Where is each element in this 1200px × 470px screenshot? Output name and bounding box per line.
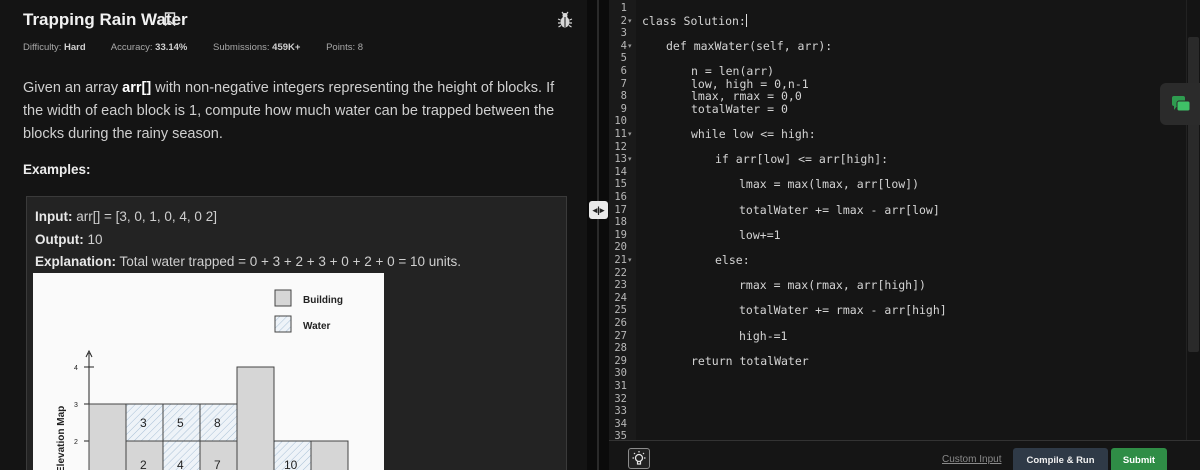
y-tick-label: 2: [74, 439, 78, 446]
elevation-map-image: Building Water Elevation Map 4 3 2 3 5 8…: [33, 273, 384, 470]
code-line[interactable]: while low <= high:: [691, 127, 816, 141]
custom-input-link[interactable]: Custom Input: [942, 454, 1001, 465]
editor-bottom-bar: Custom Input Compile & Run Submit: [609, 440, 1200, 470]
building-block: [236, 366, 275, 470]
line-number: 27: [614, 329, 627, 342]
line-number: 15: [614, 178, 627, 191]
line-number: 10: [614, 115, 627, 128]
problem-panel: Trapping Rain Water Difficulty: Hard Acc…: [0, 0, 587, 470]
text-cursor: [745, 13, 747, 27]
fold-arrow-icon[interactable]: ▾: [628, 155, 632, 163]
line-number: 9: [620, 102, 627, 115]
fold-arrow-icon[interactable]: ▾: [628, 17, 632, 25]
line-number: 3: [620, 27, 627, 40]
legend-water-label: Water: [303, 321, 331, 332]
line-number: 13: [614, 153, 627, 166]
line-number: 5: [620, 52, 627, 65]
meta-points: Points: 8: [326, 42, 364, 53]
panel-divider[interactable]: ◂|▸: [587, 0, 609, 470]
code-line[interactable]: totalWater += rmax - arr[high]: [739, 303, 947, 317]
code-line[interactable]: lmax = max(lmax, arr[low]): [739, 177, 919, 191]
example-explanation: Explanation: Total water trapped = 0 + 3…: [35, 254, 462, 269]
water-index-label: 3: [140, 416, 147, 430]
water-index-label: 8: [214, 416, 221, 430]
water-index-label: 2: [140, 458, 147, 470]
code-line[interactable]: return totalWater: [691, 354, 809, 368]
editor-scrollbar[interactable]: [1186, 0, 1200, 440]
line-number: 23: [614, 279, 627, 292]
line-number: 32: [614, 392, 627, 405]
y-tick-label: 3: [74, 402, 78, 409]
y-tick-label: 4: [74, 365, 78, 372]
code-line[interactable]: totalWater += lmax - arr[low]: [739, 203, 940, 217]
line-number: 11: [614, 128, 627, 140]
meta-difficulty: Difficulty: Hard: [23, 42, 86, 53]
building-block: [310, 440, 349, 470]
problem-title: Trapping Rain Water: [23, 10, 188, 29]
line-number: 29: [614, 354, 627, 367]
problem-meta: Difficulty: Hard Accuracy: 33.14% Submis…: [23, 42, 386, 53]
code-line[interactable]: rmax = max(rmax, arr[high]): [739, 278, 926, 292]
meta-submissions: Submissions: 459K+: [213, 42, 301, 53]
legend-building-label: Building: [303, 295, 343, 306]
code-line[interactable]: totalWater = 0: [691, 102, 788, 116]
line-number-gutter: 1 2 ▾ 3 4 ▾ 5 6 7 8 9 10 11 ▾ 12 13 ▾ 14 15 16 17 18 19 20 21 ▾ 22…: [609, 0, 636, 440]
line-number: 14: [614, 165, 627, 178]
line-number: 20: [614, 241, 627, 254]
water-index-label: 4: [177, 458, 184, 470]
water-index-label: 5: [177, 416, 184, 430]
example-output: Output: 10: [35, 232, 103, 247]
code-line[interactable]: if arr[low] <= arr[high]:: [715, 152, 888, 166]
line-number: 24: [614, 291, 627, 304]
code-line[interactable]: high-=1: [739, 329, 787, 343]
line-number: 26: [614, 317, 627, 329]
divider-line: [597, 0, 599, 470]
water-index-label: 10: [284, 458, 298, 470]
code-line[interactable]: class Solution:: [642, 13, 747, 28]
building-block: [88, 403, 127, 470]
y-axis-label: Elevation Map: [56, 406, 67, 470]
bookmark-icon[interactable]: [164, 12, 176, 26]
code-line[interactable]: else:: [715, 253, 750, 267]
line-number: 2: [620, 14, 627, 27]
fold-arrow-icon[interactable]: ▾: [628, 42, 632, 50]
line-number: 7: [620, 77, 627, 90]
line-number: 6: [620, 65, 627, 77]
line-number: 33: [614, 405, 627, 418]
lightbulb-icon[interactable]: [628, 448, 650, 469]
problem-description: Given an array arr[] with non-negative i…: [23, 80, 555, 142]
submit-button[interactable]: Submit: [1111, 448, 1167, 470]
line-number: 8: [620, 90, 627, 103]
compile-run-button[interactable]: Compile & Run: [1013, 448, 1108, 470]
examples-heading: Examples:: [23, 162, 91, 177]
line-number: 25: [614, 304, 627, 317]
line-number: 16: [614, 191, 627, 203]
fold-arrow-icon[interactable]: ▾: [628, 256, 632, 264]
line-number: 4: [620, 39, 627, 52]
line-number: 1: [620, 2, 627, 14]
fold-arrow-icon[interactable]: ▾: [628, 130, 632, 138]
code-line[interactable]: def maxWater(self, arr):: [666, 39, 832, 53]
line-number: 17: [614, 203, 627, 216]
chat-icon[interactable]: [1160, 83, 1200, 125]
line-number: 30: [614, 367, 627, 380]
line-number: 21: [614, 254, 627, 266]
resize-handle-icon[interactable]: ◂|▸: [589, 201, 608, 219]
water-index-label: 7: [214, 458, 221, 470]
line-number: 12: [614, 140, 627, 153]
example-input: Input: arr[] = [3, 0, 1, 0, 4, 0 2]: [35, 209, 217, 224]
line-number: 18: [614, 216, 627, 229]
legend-building-swatch: [274, 289, 292, 307]
line-number: 31: [614, 380, 627, 392]
code-line[interactable]: low+=1: [739, 228, 781, 242]
code-editor[interactable]: 1 2 ▾ 3 4 ▾ 5 6 7 8 9 10 11 ▾ 12 13 ▾ 14 15 16 17 18 19 20 21 ▾ 22…: [609, 0, 1200, 440]
legend-water-swatch: [274, 315, 292, 333]
line-number: 22: [614, 266, 627, 279]
line-number: 34: [614, 417, 627, 430]
line-number: 19: [614, 228, 627, 241]
bug-report-icon[interactable]: [557, 11, 573, 29]
meta-accuracy: Accuracy: 33.14%: [110, 42, 188, 53]
line-number: 28: [614, 342, 627, 355]
line-number: 35: [614, 430, 627, 440]
